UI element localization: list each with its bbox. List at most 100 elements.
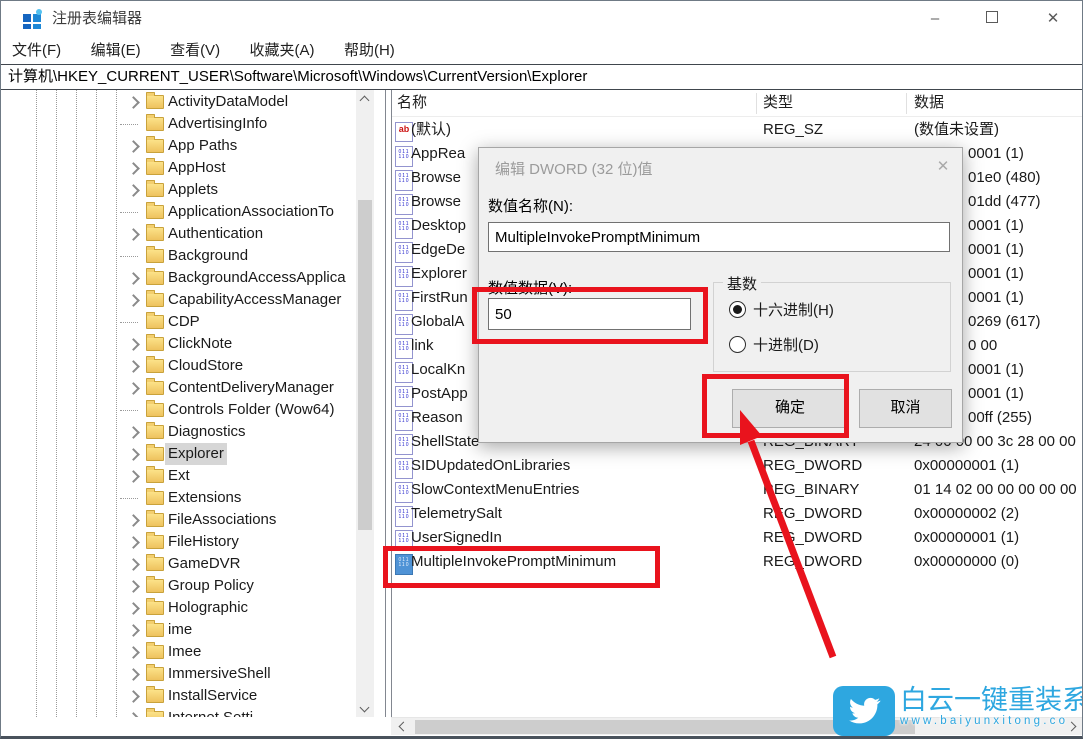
scroll-down-icon[interactable] — [356, 700, 373, 717]
tree-item-label-app-paths[interactable]: App Paths — [168, 135, 237, 157]
tree-item[interactable]: Extensions — [0, 487, 386, 509]
value-name[interactable]: link — [411, 334, 434, 358]
tree-item-label-backgroundaccessapplica[interactable]: BackgroundAccessApplica — [168, 267, 346, 289]
tree-item-label-applicationassociationto[interactable]: ApplicationAssociationTo — [168, 201, 334, 223]
tree-item[interactable]: ContentDeliveryManager — [0, 377, 386, 399]
expand-chevron-icon[interactable] — [127, 514, 140, 527]
value-name[interactable]: SIDUpdatedOnLibraries — [411, 454, 570, 478]
scroll-left-icon[interactable] — [393, 718, 410, 735]
value-row[interactable]: 011110MultipleInvokePromptMinimumREG_DWO… — [392, 550, 1083, 574]
expand-chevron-icon[interactable] — [127, 602, 140, 615]
expand-chevron-icon[interactable] — [127, 338, 140, 351]
expand-chevron-icon[interactable] — [127, 96, 140, 109]
tree-vscroll-thumb[interactable] — [358, 200, 372, 530]
tree-vertical-scrollbar[interactable] — [356, 90, 374, 717]
tree-item[interactable]: ime — [0, 619, 386, 641]
minimize-button[interactable]: – — [912, 0, 958, 38]
tree-item[interactable]: ImmersiveShell — [0, 663, 386, 685]
ok-button[interactable]: 确定 — [732, 389, 848, 428]
tree-item[interactable]: Diagnostics — [0, 421, 386, 443]
value-name[interactable]: Browse — [411, 166, 461, 190]
tree-item[interactable]: Authentication — [0, 223, 386, 245]
radio-hex[interactable]: 十六进制(H) — [729, 301, 834, 321]
tree-item[interactable]: ClickNote — [0, 333, 386, 355]
tree-item-label-explorer[interactable]: Explorer — [165, 443, 227, 465]
value-name[interactable]: ShellState — [411, 430, 479, 454]
tree-item[interactable]: App Paths — [0, 135, 386, 157]
tree-item[interactable]: Holographic — [0, 597, 386, 619]
tree-item[interactable]: Controls Folder (Wow64) — [0, 399, 386, 421]
tree-item-label-authentication[interactable]: Authentication — [168, 223, 263, 245]
dialog-close-button[interactable]: ✕ — [930, 156, 956, 178]
value-name[interactable]: UserSignedIn — [411, 526, 502, 550]
tree-item-label-apphost[interactable]: AppHost — [168, 157, 226, 179]
tree-item-label-imee[interactable]: Imee — [168, 641, 201, 663]
expand-chevron-icon[interactable] — [127, 162, 140, 175]
tree-item-label-installservice[interactable]: InstallService — [168, 685, 257, 707]
value-name[interactable]: EdgeDe — [411, 238, 465, 262]
tree-item-label-group-policy[interactable]: Group Policy — [168, 575, 254, 597]
expand-chevron-icon[interactable] — [127, 690, 140, 703]
scroll-up-icon[interactable] — [356, 90, 373, 107]
tree-item[interactable]: Applets — [0, 179, 386, 201]
tree-item-label-capabilityaccessmanager[interactable]: CapabilityAccessManager — [168, 289, 341, 311]
value-name[interactable]: MultipleInvokePromptMinimum — [411, 550, 616, 574]
tree-item[interactable]: Background — [0, 245, 386, 267]
tree-item[interactable]: ActivityDataModel — [0, 91, 386, 113]
value-name[interactable]: TelemetrySalt — [411, 502, 502, 526]
tree-item[interactable]: CapabilityAccessManager — [0, 289, 386, 311]
tree-item[interactable]: AdvertisingInfo — [0, 113, 386, 135]
expand-chevron-icon[interactable] — [127, 228, 140, 241]
menu-help[interactable]: 帮助(H) — [344, 38, 395, 64]
tree-item[interactable]: InstallService — [0, 685, 386, 707]
expand-chevron-icon[interactable] — [127, 382, 140, 395]
tree-item-label-clicknote[interactable]: ClickNote — [168, 333, 232, 355]
registry-path-bar[interactable]: 计算机\HKEY_CURRENT_USER\Software\Microsoft… — [0, 64, 1083, 90]
expand-chevron-icon[interactable] — [127, 294, 140, 307]
tree-item-label-advertisinginfo[interactable]: AdvertisingInfo — [168, 113, 267, 135]
tree-item-label-ext[interactable]: Ext — [168, 465, 190, 487]
value-name[interactable]: Browse — [411, 190, 461, 214]
expand-chevron-icon[interactable] — [127, 448, 140, 461]
value-name[interactable]: FirstRun — [411, 286, 468, 310]
tree-item-label-cloudstore[interactable]: CloudStore — [168, 355, 243, 377]
tree-item[interactable]: Group Policy — [0, 575, 386, 597]
tree-item[interactable]: AppHost — [0, 157, 386, 179]
tree-item-label-background[interactable]: Background — [168, 245, 248, 267]
expand-chevron-icon[interactable] — [127, 536, 140, 549]
value-row[interactable]: 011110UserSignedInREG_DWORD0x00000001 (1… — [392, 526, 1083, 550]
value-name[interactable]: SlowContextMenuEntries — [411, 478, 579, 502]
tree-item-label-applets[interactable]: Applets — [168, 179, 218, 201]
value-row[interactable]: ab(默认)REG_SZ(数值未设置) — [392, 118, 1083, 142]
value-name[interactable]: (默认) — [411, 118, 451, 142]
menu-edit[interactable]: 编辑(E) — [91, 38, 141, 64]
tree-item-label-holographic[interactable]: Holographic — [168, 597, 248, 619]
value-row[interactable]: 011110SIDUpdatedOnLibrariesREG_DWORD0x00… — [392, 454, 1083, 478]
tree-item[interactable]: BackgroundAccessApplica — [0, 267, 386, 289]
tree-item-label-extensions[interactable]: Extensions — [168, 487, 241, 509]
tree-item[interactable]: GameDVR — [0, 553, 386, 575]
value-name[interactable]: GlobalA — [411, 310, 464, 334]
expand-chevron-icon[interactable] — [127, 360, 140, 373]
value-row[interactable]: 011110SlowContextMenuEntriesREG_BINARY01… — [392, 478, 1083, 502]
tree-item-label-filehistory[interactable]: FileHistory — [168, 531, 239, 553]
value-name[interactable]: AppRea — [411, 142, 465, 166]
value-name[interactable]: PostApp — [411, 382, 468, 406]
tree-item-label-cdp[interactable]: CDP — [168, 311, 200, 333]
radio-decimal[interactable]: 十进制(D) — [729, 336, 819, 356]
tree-item[interactable]: Imee — [0, 641, 386, 663]
value-data-input[interactable] — [488, 298, 691, 330]
expand-chevron-icon[interactable] — [127, 470, 140, 483]
tree-item[interactable]: FileHistory — [0, 531, 386, 553]
tree-item[interactable]: Ext — [0, 465, 386, 487]
close-button[interactable]: ✕ — [1030, 0, 1076, 38]
tree-item-label-internet-setti[interactable]: Internet Setti — [168, 707, 253, 717]
tree-item[interactable]: CloudStore — [0, 355, 386, 377]
expand-chevron-icon[interactable] — [127, 426, 140, 439]
value-name[interactable]: LocalKn — [411, 358, 465, 382]
menu-file[interactable]: 文件(F) — [12, 38, 61, 64]
expand-chevron-icon[interactable] — [127, 558, 140, 571]
tree-item[interactable]: CDP — [0, 311, 386, 333]
value-name[interactable]: Desktop — [411, 214, 466, 238]
maximize-button[interactable] — [969, 0, 1015, 38]
